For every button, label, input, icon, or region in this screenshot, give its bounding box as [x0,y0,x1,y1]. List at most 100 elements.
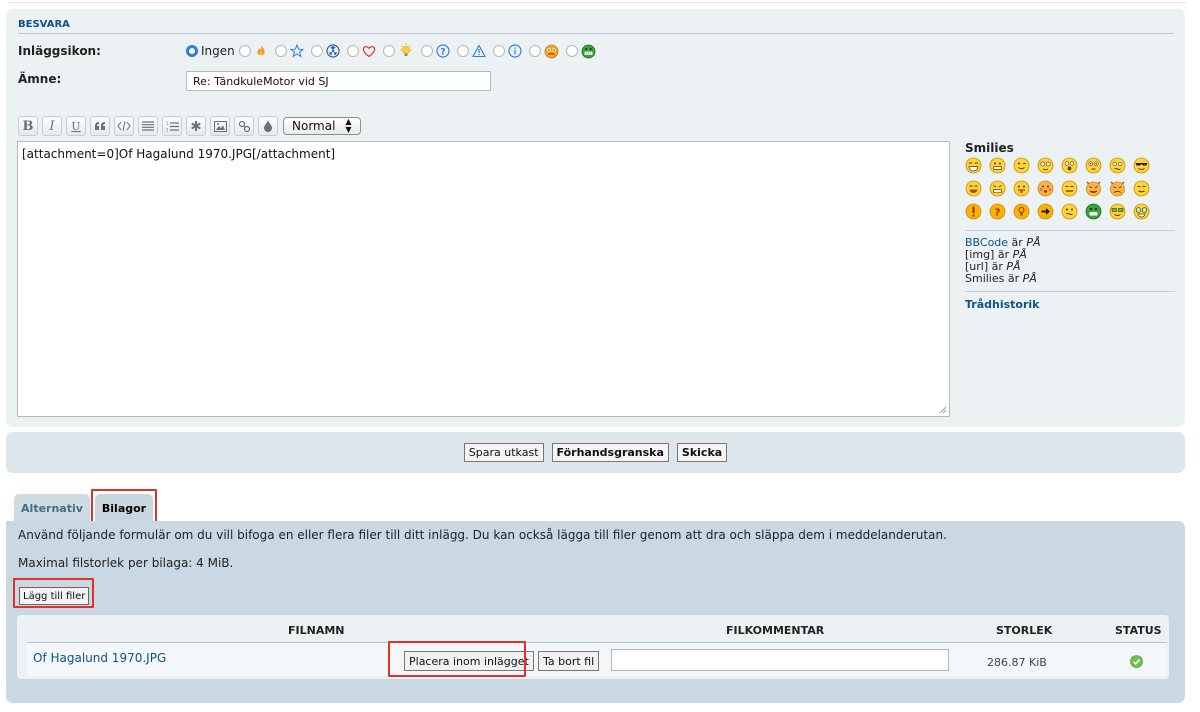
preview-button[interactable]: Förhandsgranska [551,443,669,462]
delete-file-button[interactable]: Ta bort fil [538,651,600,671]
top-divider [8,0,1186,3]
radio-mad[interactable] [528,45,541,57]
smiley-shock-icon[interactable] [1061,157,1078,174]
heart-icon [362,46,375,58]
post-icon-option-grin[interactable] [565,44,596,59]
attachments-table: FILNAMN FILKOMMENTAR STORLEK STATUS Of H… [17,615,1169,679]
smiley-exclaim-icon[interactable] [965,203,982,220]
grin-face-icon [581,44,596,58]
svg-text:1: 1 [166,121,169,126]
subject-label: Ämne: [18,72,62,86]
attachment-filename-link[interactable]: Of Hagalund 1970.JPG [33,651,166,665]
radio-question[interactable] [420,45,433,57]
smiley-neutral-icon[interactable] [1061,203,1078,220]
code-button[interactable] [114,116,134,136]
column-header-status: STATUS [1115,624,1162,637]
radio-star[interactable] [274,45,287,57]
smilies-grid: ? [965,157,1175,220]
link-button[interactable] [234,116,254,136]
font-size-select[interactable]: Normal ▲ ▼ [283,117,361,135]
radio-fire[interactable] [238,45,251,57]
image-button[interactable] [210,116,230,136]
list-button[interactable] [138,116,158,136]
post-icon-option-fire[interactable] [238,44,268,58]
smilies-status: Smilies är PÅ [965,273,1175,285]
smiley-arrow-icon[interactable] [1037,203,1054,220]
save-draft-button[interactable]: Spara utkast [463,443,544,462]
list-icon [142,121,154,131]
message-content: [attachment=0]Of Hagalund 1970.JPG[/atta… [22,147,336,161]
list-item-icon [191,121,201,131]
message-textarea[interactable]: [attachment=0]Of Hagalund 1970.JPG[/atta… [17,141,950,417]
radio-heart[interactable] [346,45,359,57]
smilies-text: Smilies är [965,272,1023,285]
code-icon [117,121,131,131]
post-icon-options: Ingen ? [186,43,603,59]
file-comment-input[interactable] [611,649,949,671]
radio-warning[interactable] [456,45,469,57]
smiley-cool-icon[interactable] [1133,157,1150,174]
thread-history-link[interactable]: Trådhistorik [965,298,1175,311]
send-button[interactable]: Skicka [676,443,728,462]
smiley-laugh-icon[interactable] [965,157,982,174]
post-icon-option-heart[interactable] [346,44,376,58]
smiley-confused-icon[interactable] [1109,157,1126,174]
post-icon-option-lightbulb[interactable] [382,43,414,59]
smiley-wink-icon[interactable] [1013,157,1030,174]
smiley-meh-icon[interactable] [1061,180,1078,197]
smiley-devil-icon[interactable] [1085,180,1102,197]
post-icon-none-label: Ingen [201,44,235,58]
smiley-geek-icon[interactable] [1109,203,1126,220]
highlight-add-files [13,578,94,608]
question-icon: ? [436,44,450,58]
post-icon-option-star[interactable] [274,44,304,58]
smiley-idea-icon[interactable] [1013,203,1030,220]
quote-button[interactable] [90,116,110,136]
underline-button[interactable]: U [66,116,86,136]
radioactive-icon [326,44,340,58]
post-icon-option-info[interactable] [492,44,522,58]
smiley-happy-icon[interactable] [965,180,982,197]
smiley-grin-icon[interactable] [989,157,1006,174]
smiley-angry-devil-icon[interactable] [1109,180,1126,197]
ordered-list-button[interactable]: 12 [162,116,182,136]
post-icon-option-question[interactable]: ? [420,44,450,58]
smiley-green-icon[interactable] [1085,203,1102,220]
smiley-tongue-icon[interactable] [1013,180,1030,197]
warning-icon [471,44,486,58]
post-icon-option-mad[interactable] [528,44,559,59]
resize-handle-icon[interactable] [939,406,947,414]
smilies-title: Smilies [965,141,1014,155]
table-row: Of Hagalund 1970.JPG Placera inom inlägg… [27,642,1167,676]
smiley-surprised-icon[interactable] [1085,157,1102,174]
smiley-question-icon[interactable]: ? [989,203,1006,220]
color-icon [264,120,272,132]
max-file-size: Maximal filstorlek per bilaga: 4 MiB. [18,556,234,570]
svg-text:2: 2 [166,127,169,132]
smiley-unsure-icon[interactable] [1133,180,1150,197]
subject-input[interactable] [186,71,491,91]
post-icon-radio-none[interactable] [186,45,198,57]
post-icon-option-warning[interactable] [456,44,486,58]
radio-grin[interactable] [565,45,578,57]
bold-button[interactable]: B [18,116,38,136]
radio-radioactive[interactable] [310,45,323,57]
italic-button[interactable]: I [42,116,62,136]
smiley-nerd-icon[interactable] [1133,203,1150,220]
attachments-instructions: Använd följande formulär om du vill bifo… [18,528,947,542]
sidebar-divider-2 [965,291,1175,292]
color-button[interactable] [258,116,278,136]
post-icon-option-radioactive[interactable] [310,44,340,58]
submit-panel: Spara utkast Förhandsgranska Skicka [6,432,1185,473]
list-item-button[interactable] [186,116,206,136]
underline-icon: U [71,119,81,133]
submit-buttons: Spara utkast Förhandsgranska Skicka [6,443,1185,462]
radio-lightbulb[interactable] [382,45,395,57]
smiley-glasses-icon[interactable] [1037,157,1054,174]
bold-icon: B [22,118,34,134]
tab-options[interactable]: Alternativ [14,494,90,522]
radio-info[interactable] [492,45,505,57]
smiley-blush-icon[interactable] [1037,180,1054,197]
fire-icon [257,45,265,56]
smiley-teeth-icon[interactable] [989,180,1006,197]
